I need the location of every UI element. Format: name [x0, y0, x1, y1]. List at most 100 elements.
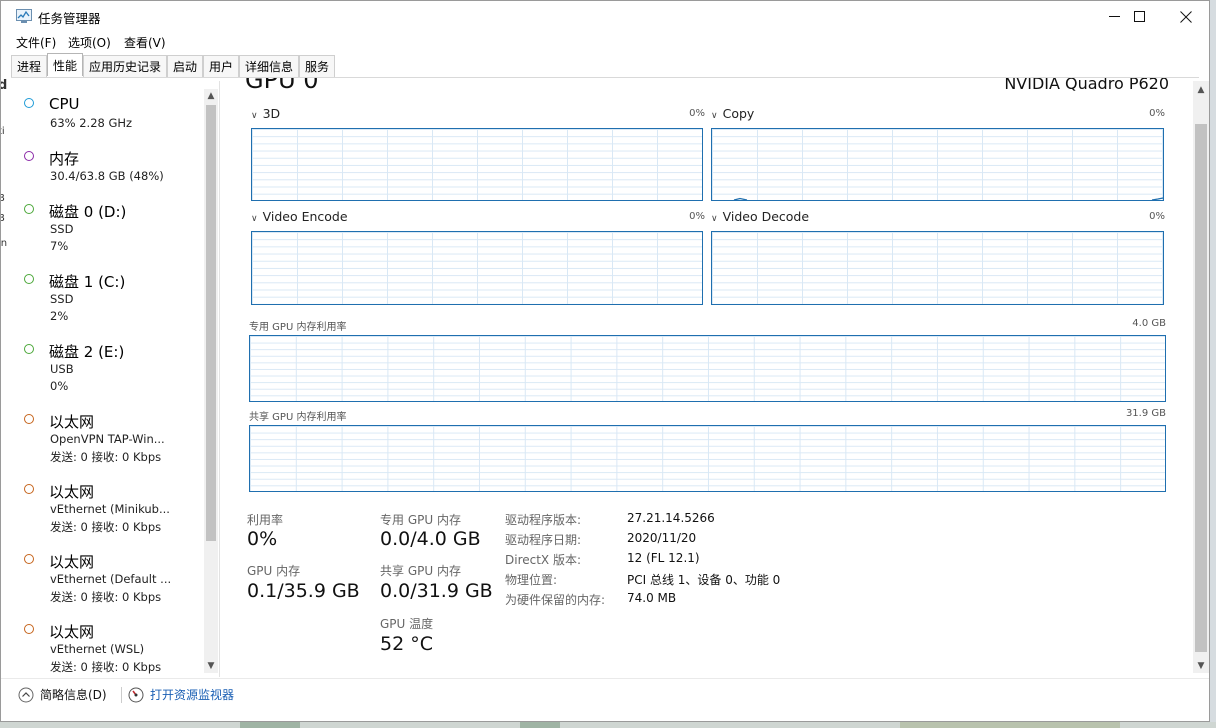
- graph-shared-memory: [249, 425, 1166, 492]
- engine-selector-video-encode[interactable]: ∨ Video Encode: [251, 209, 348, 224]
- resource-title: CPU: [49, 95, 80, 113]
- task-manager-window: 任务管理器 文件(F) 选项(O) 查看(V) 进程 性能 应用历史记录 启动 …: [0, 0, 1210, 722]
- tab-services[interactable]: 服务: [299, 55, 335, 77]
- tab-details[interactable]: 详细信息: [239, 55, 299, 77]
- ethernet-indicator-icon: [24, 414, 34, 424]
- resource-item-ethernet-2[interactable]: 以太网 vEthernet (Minikub... 发送: 0 接收: 0 Kb…: [11, 473, 205, 543]
- resource-detail: vEthernet (WSL): [50, 642, 145, 656]
- main-scroll-thumb[interactable]: [1195, 124, 1207, 652]
- detail-key: DirectX 版本:: [505, 553, 582, 567]
- graph-dedicated-memory: [249, 335, 1166, 402]
- menu-view[interactable]: 查看(V): [124, 34, 166, 51]
- sidebar-scroll-thumb[interactable]: [206, 105, 216, 541]
- shared-memory-max: 31.9 GB: [1125, 408, 1166, 419]
- tab-processes[interactable]: 进程: [11, 55, 47, 77]
- sidebar-scrollbar[interactable]: ▲ ▼: [204, 89, 218, 673]
- maximize-icon: [1133, 11, 1145, 22]
- shared-memory-label: 共享 GPU 内存利用率: [249, 412, 347, 423]
- title-bar: 任务管理器: [1, 1, 1209, 32]
- scroll-down-icon[interactable]: ▼: [1193, 659, 1209, 673]
- graph-video-encode: [251, 231, 703, 305]
- resource-item-ethernet-4[interactable]: 以太网 vEthernet (WSL) 发送: 0 接收: 0 Kbps: [11, 613, 205, 677]
- main-scrollbar[interactable]: ▲ ▼: [1193, 81, 1209, 673]
- ethernet-indicator-icon: [24, 624, 34, 634]
- footer-divider: [1, 678, 1209, 679]
- resource-item-disk0[interactable]: 磁盘 0 (D:) SSD 7%: [11, 193, 205, 263]
- scroll-up-icon[interactable]: ▲: [204, 89, 218, 103]
- open-resource-monitor-label: 打开资源监视器: [150, 688, 235, 702]
- gpu-detail-panel: GPU 0 NVIDIA Quadro P620 ∨ 3D 0% ∨ Copy 0%…: [231, 78, 1187, 678]
- chevron-down-icon: ∨: [251, 214, 258, 224]
- engine-selector-3d[interactable]: ∨ 3D: [251, 106, 280, 121]
- detail-key: 为硬件保留的内存:: [505, 593, 606, 607]
- fragment-text: ti: [1, 126, 5, 137]
- fewer-details-button[interactable]: 简略信息(D): [18, 686, 107, 703]
- panel-divider: [219, 81, 220, 677]
- engine-percent: 0%: [689, 108, 705, 119]
- maximize-button[interactable]: [1116, 1, 1162, 32]
- resource-item-disk1[interactable]: 磁盘 1 (C:) SSD 2%: [11, 263, 205, 333]
- resource-usage: 发送: 0 接收: 0 Kbps: [50, 520, 162, 534]
- resource-detail: 63% 2.28 GHz: [50, 116, 133, 130]
- chevron-down-icon: ∨: [251, 111, 258, 121]
- detail-value: 27.21.14.5266: [627, 511, 715, 525]
- engine-name: Video Decode: [722, 209, 810, 224]
- fragment-text: B: [1, 193, 5, 204]
- engine-percent: 0%: [689, 211, 705, 222]
- window-title: 任务管理器: [38, 11, 101, 26]
- engine-selector-copy[interactable]: ∨ Copy: [711, 106, 754, 121]
- resource-usage: 7%: [50, 239, 69, 253]
- resource-item-ethernet-3[interactable]: 以太网 vEthernet (Default ... 发送: 0 接收: 0 K…: [11, 543, 205, 613]
- memory-indicator-icon: [24, 151, 34, 161]
- shared-gpu-memory-value: 0.0/31.9 GB: [380, 580, 493, 602]
- dedicated-memory-label: 专用 GPU 内存利用率: [249, 322, 347, 333]
- resource-usage: 2%: [50, 309, 69, 323]
- utilization-value: 0%: [247, 528, 278, 550]
- resource-item-ethernet-1[interactable]: 以太网 OpenVPN TAP-Win... 发送: 0 接收: 0 Kbps: [11, 403, 205, 473]
- resource-detail: USB: [50, 362, 74, 376]
- resource-usage: 发送: 0 接收: 0 Kbps: [50, 660, 162, 674]
- detail-value: 74.0 MB: [627, 591, 677, 605]
- scroll-down-icon[interactable]: ▼: [204, 659, 218, 673]
- resource-usage: 0%: [50, 379, 69, 393]
- menu-bar: 文件(F) 选项(O) 查看(V): [1, 32, 1209, 52]
- tab-users[interactable]: 用户: [203, 55, 239, 77]
- gpu-temperature-label: GPU 温度: [380, 617, 434, 631]
- resource-title: 以太网: [49, 623, 95, 641]
- resource-title: 以太网: [49, 553, 95, 571]
- disk-indicator-icon: [24, 204, 34, 214]
- dedicated-memory-max: 4.0 GB: [1132, 318, 1166, 329]
- menu-file[interactable]: 文件(F): [16, 34, 56, 51]
- close-button[interactable]: [1163, 1, 1209, 32]
- resource-item-disk2[interactable]: 磁盘 2 (E:) USB 0%: [11, 333, 205, 403]
- engine-percent: 0%: [1149, 108, 1165, 119]
- engine-selector-video-decode[interactable]: ∨ Video Decode: [711, 209, 809, 224]
- desktop-background: [1210, 0, 1216, 728]
- detail-value: 12 (FL 12.1): [627, 551, 700, 565]
- resource-title: 磁盘 0 (D:): [49, 203, 127, 221]
- footer-bar: 简略信息(D) 打开资源监视器: [1, 681, 1209, 711]
- engine-name: Copy: [722, 106, 755, 121]
- open-resource-monitor-link[interactable]: 打开资源监视器: [128, 686, 234, 703]
- desktop-fragment: [520, 722, 560, 728]
- ethernet-indicator-icon: [24, 484, 34, 494]
- gpu-model-name: NVIDIA Quadro P620: [1004, 78, 1169, 93]
- tab-startup[interactable]: 启动: [167, 55, 203, 77]
- graph-copy: [711, 128, 1164, 201]
- scroll-up-icon[interactable]: ▲: [1193, 83, 1209, 97]
- resource-title: 磁盘 2 (E:): [49, 343, 125, 361]
- graph-video-decode: [711, 231, 1164, 305]
- graph-trace: [252, 129, 702, 200]
- desktop-background: [0, 722, 1216, 728]
- ethernet-indicator-icon: [24, 554, 34, 564]
- resource-monitor-icon: [128, 687, 144, 702]
- resource-detail: SSD: [50, 222, 74, 236]
- tab-app-history[interactable]: 应用历史记录: [83, 55, 167, 77]
- page-title: GPU 0: [245, 78, 319, 94]
- tab-performance[interactable]: 性能: [47, 53, 83, 76]
- menu-options[interactable]: 选项(O): [68, 34, 111, 51]
- detail-key: 物理位置:: [505, 573, 558, 587]
- disk-indicator-icon: [24, 274, 34, 284]
- graph-3d: [251, 128, 703, 201]
- cpu-indicator-icon: [24, 98, 34, 108]
